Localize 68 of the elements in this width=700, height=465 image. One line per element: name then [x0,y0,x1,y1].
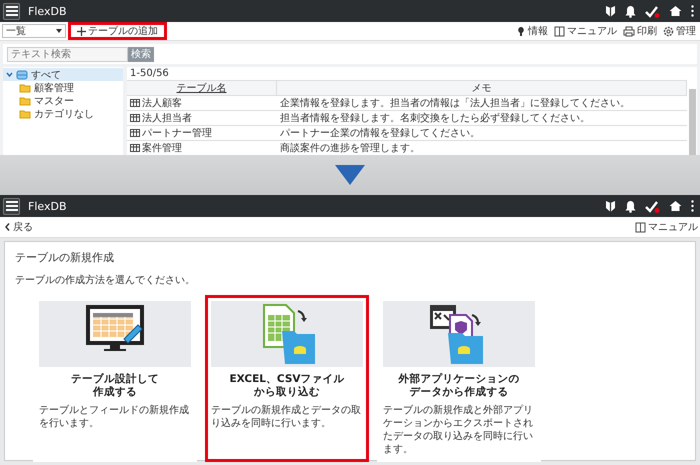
shield-icon[interactable] [605,200,616,212]
table-cell-text: パートナー企業の情報を登録してください。 [280,126,480,140]
table-cell-text: 企業情報を登録します。担当者の情報は「法人担当者」に登録してください。 [280,96,630,110]
option-title: 作成する [92,386,138,399]
shield-icon[interactable] [605,4,616,18]
table-cell-text: 商談案件の進捗を管理します。 [280,142,420,155]
table-name[interactable]: 案件管理 [142,141,182,155]
toolbar-link[interactable]: 情報 [516,24,548,38]
home-icon[interactable] [669,5,682,17]
caret-icon [56,29,62,33]
toolbar-link[interactable]: 管理 [663,24,696,38]
tree-item[interactable]: カテゴリなし [3,107,123,120]
chevron-down-icon[interactable] [6,71,13,78]
option-title: データから作成する [408,386,510,399]
table-name[interactable]: 法人担当者 [142,111,192,125]
toolbar-link[interactable]: マニュアル [554,24,617,38]
option-title: テーブル設計して [70,373,160,386]
search-field[interactable]: テキスト検索 [7,46,128,62]
plus-icon [77,26,86,36]
bell-icon[interactable] [625,4,636,18]
page-heading: テーブルの新規作成 [15,250,115,265]
column-header: メモ [472,82,492,95]
book-icon [554,26,565,36]
bell-icon[interactable] [625,200,636,212]
more-options-icon[interactable] [691,5,694,17]
printer-icon [623,26,635,36]
app-title: FlexDB [28,200,66,212]
back-link[interactable]: 戻る [5,220,33,234]
table-icon [130,129,140,137]
option-title: から取り込む [253,386,321,399]
table-icon [130,114,140,122]
app-title: FlexDB [28,4,66,18]
checkmark-icon[interactable] [645,4,660,18]
chevron-left-icon [5,223,10,231]
toolbar-link[interactable]: 印刷 [623,24,657,38]
option-title: EXCEL、CSVファイル [228,373,346,386]
tree-item[interactable]: すべて [3,68,123,81]
scrollbar[interactable] [689,89,696,155]
menu-button[interactable] [3,2,20,20]
more-options-icon[interactable] [691,200,694,212]
table-icon [130,144,140,152]
table-name[interactable]: 法人顧客 [142,96,182,110]
option-title: 外部アプリケーションの [397,373,520,386]
option-card[interactable]: EXCEL、CSVファイル から取り込む テーブルの新規作成とデータの取り込みを同時に行います。 [205,295,369,462]
checkmark-icon[interactable] [645,200,660,212]
instruction-text: テーブルの作成方法を選んでください。 [15,274,196,287]
manual-link[interactable]: マニュアル [635,220,698,234]
record-count: 1-50/56 [129,67,170,80]
table-icon [130,99,140,107]
folder-icon [19,96,31,106]
option-description: テーブルの新規作成と外部アプリケーションからエクスポートされたデータの取り込みを同時に行います。 [383,404,534,456]
home-icon[interactable] [669,200,682,212]
tree-item[interactable]: マスター [3,94,123,107]
folder-icon [19,108,31,118]
pin-icon [516,26,526,36]
view-select[interactable]: 一覧 [2,24,66,38]
book-icon [635,222,646,232]
down-triangle-icon [335,165,365,185]
database-icon [16,70,28,80]
table-cell-text: 担当者情報を登録します。名刺交換をしたら必ず登録してください。 [280,112,590,125]
table-name[interactable]: パートナー管理 [142,126,212,140]
tree-item[interactable]: 顧客管理 [3,81,123,94]
add-table-button[interactable]: テーブルの追加 [68,22,167,40]
menu-button[interactable] [3,198,20,214]
option-description: テーブルとフィールドの新規作成を行います。 [39,404,190,430]
option-description: テーブルの新規作成とデータの取り込みを同時に行います。 [211,404,362,430]
select-value: 一覧 [6,25,26,38]
gear-icon [663,26,674,36]
